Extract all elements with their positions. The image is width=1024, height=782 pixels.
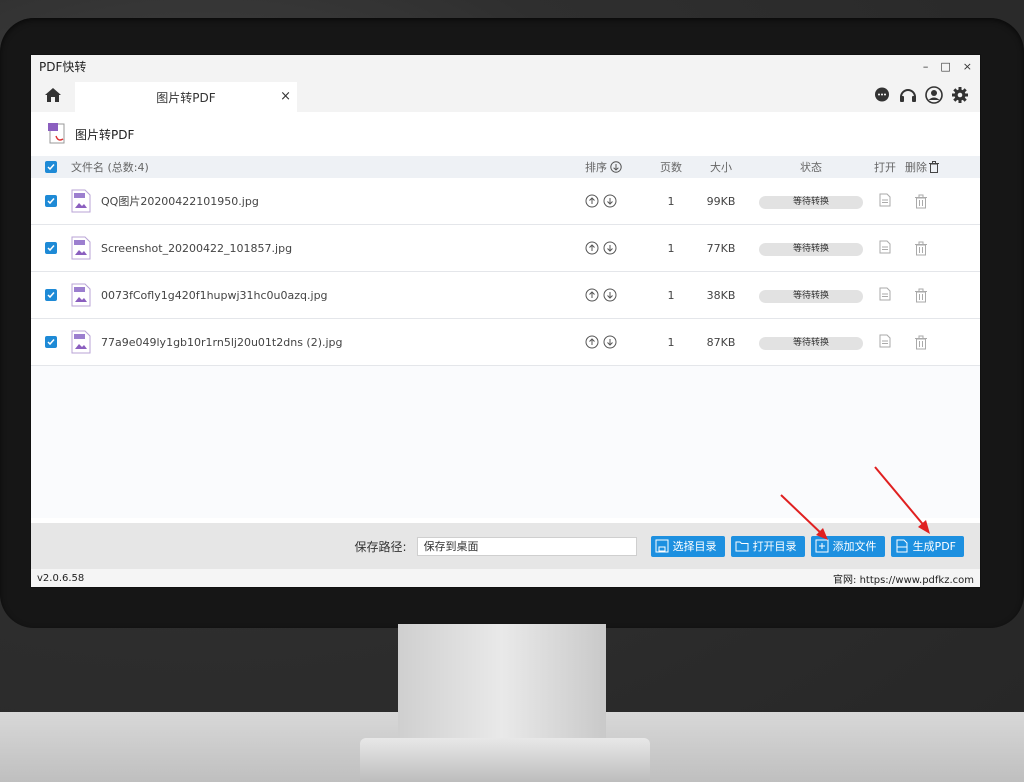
table-row[interactable]: 77a9e049ly1gb10r1rn5lj20u01t2dns (2).jpg… [31, 319, 980, 366]
move-up-icon[interactable] [585, 194, 599, 208]
jpg-file-icon [71, 283, 91, 307]
page-count: 1 [667, 194, 675, 208]
save-path-input[interactable]: 保存到桌面 [416, 536, 637, 556]
header-pages: 页数 [660, 161, 682, 174]
generate-pdf-label: 生成PDF [912, 540, 956, 553]
annotation-arrow-add-file [780, 494, 828, 540]
page-count: 1 [667, 335, 675, 349]
tab-close-icon[interactable]: × [280, 89, 291, 104]
file-name: 0073fCofly1g420f1hupwj31hc0u0azq.jpg [101, 288, 328, 302]
user-icon[interactable] [924, 85, 944, 105]
monitor-stand-base [360, 738, 650, 782]
website-link[interactable]: 官网: https://www.pdfkz.com [833, 571, 974, 586]
row-checkbox[interactable] [45, 242, 57, 254]
row-checkbox[interactable] [45, 289, 57, 301]
app-title: PDF快转 [39, 60, 87, 74]
app-window: PDF快转 – □ × 图片转PDF × 图片转PDF 文件名 (总数:4) 排… [31, 55, 980, 587]
add-file-label: 添加文件 [832, 540, 877, 553]
file-name: 77a9e049ly1gb10r1rn5lj20u01t2dns (2).jpg [101, 335, 343, 349]
file-size: 38KB [706, 288, 736, 302]
file-size: 87KB [706, 335, 736, 349]
jpg-file-icon [71, 236, 91, 260]
maximize-button[interactable]: □ [940, 60, 950, 73]
file-list-empty-area [31, 366, 980, 518]
file-size: 99KB [706, 194, 736, 208]
open-file-icon[interactable] [879, 287, 891, 301]
chat-icon[interactable] [872, 85, 892, 105]
table-row[interactable]: 0073fCofly1g420f1hupwj31hc0u0azq.jpg 1 3… [31, 272, 980, 319]
jpg-file-icon [71, 189, 91, 213]
home-icon [45, 88, 61, 102]
minimize-button[interactable]: – [923, 60, 929, 73]
image-pdf-icon [48, 123, 65, 144]
section-title: 图片转PDF [75, 127, 135, 142]
window-controls: – □ × [923, 60, 972, 73]
select-all-checkbox[interactable] [45, 161, 57, 173]
version-label: v2.0.6.58 [37, 572, 85, 584]
header-delete-label: 删除 [905, 161, 927, 174]
tab-bar: 图片转PDF × [31, 78, 980, 112]
select-dir-label: 选择目录 [672, 540, 717, 553]
file-list: QQ图片20200422101950.jpg 1 99KB 等待转换 Scree… [31, 178, 980, 366]
page-count: 1 [667, 288, 675, 302]
trash-icon [929, 161, 939, 173]
file-size: 77KB [706, 241, 736, 255]
status-badge: 等待转换 [759, 242, 863, 256]
delete-icon[interactable] [914, 241, 928, 256]
close-button[interactable]: × [963, 60, 972, 73]
delete-icon[interactable] [914, 194, 928, 209]
save-dir-icon [655, 539, 669, 553]
move-up-icon[interactable] [585, 335, 599, 349]
save-path-label: 保存路径: [354, 539, 407, 554]
header-sort-label: 排序 [585, 161, 607, 174]
move-down-icon[interactable] [603, 335, 617, 349]
tab-image-to-pdf[interactable]: 图片转PDF × [75, 82, 297, 112]
move-down-icon[interactable] [603, 194, 617, 208]
tab-label: 图片转PDF [156, 90, 216, 105]
move-up-icon[interactable] [585, 241, 599, 255]
section-header: 图片转PDF [31, 112, 980, 156]
header-delete[interactable]: 删除 [899, 159, 965, 175]
annotation-arrow-generate-pdf [874, 466, 930, 534]
document-icon [896, 539, 908, 553]
header-icons [872, 85, 970, 105]
open-file-icon[interactable] [879, 240, 891, 254]
bottom-toolbar: 保存路径: 保存到桌面 选择目录 打开目录 添加文件 生成PDF [31, 523, 980, 569]
jpg-file-icon [71, 330, 91, 354]
home-button[interactable] [31, 78, 75, 112]
move-down-icon[interactable] [603, 241, 617, 255]
headset-icon[interactable] [898, 85, 918, 105]
open-file-icon[interactable] [879, 334, 891, 348]
file-name: QQ图片20200422101950.jpg [101, 195, 259, 208]
folder-icon [735, 541, 749, 552]
header-size: 大小 [710, 161, 732, 174]
header-status: 状态 [800, 161, 822, 174]
delete-icon[interactable] [914, 335, 928, 350]
status-badge: 等待转换 [759, 336, 863, 350]
header-open: 打开 [874, 161, 896, 174]
row-checkbox[interactable] [45, 195, 57, 207]
file-name: Screenshot_20200422_101857.jpg [101, 241, 293, 255]
title-bar: PDF快转 – □ × [31, 55, 980, 78]
status-badge: 等待转换 [759, 195, 863, 209]
select-dir-button[interactable]: 选择目录 [650, 535, 725, 557]
page-count: 1 [667, 241, 675, 255]
header-name: 文件名 (总数:4) [71, 161, 149, 174]
sort-down-icon [610, 161, 622, 173]
move-up-icon[interactable] [585, 288, 599, 302]
table-header: 文件名 (总数:4) 排序 页数 大小 状态 打开 删除 [31, 156, 980, 178]
open-file-icon[interactable] [879, 193, 891, 207]
status-badge: 等待转换 [759, 289, 863, 303]
gear-icon[interactable] [950, 85, 970, 105]
move-down-icon[interactable] [603, 288, 617, 302]
status-bar: v2.0.6.58 官网: https://www.pdfkz.com [31, 569, 980, 587]
table-row[interactable]: QQ图片20200422101950.jpg 1 99KB 等待转换 [31, 178, 980, 225]
delete-icon[interactable] [914, 288, 928, 303]
monitor-stand [398, 624, 606, 742]
row-checkbox[interactable] [45, 336, 57, 348]
table-row[interactable]: Screenshot_20200422_101857.jpg 1 77KB 等待… [31, 225, 980, 272]
header-sort[interactable]: 排序 [585, 159, 651, 175]
